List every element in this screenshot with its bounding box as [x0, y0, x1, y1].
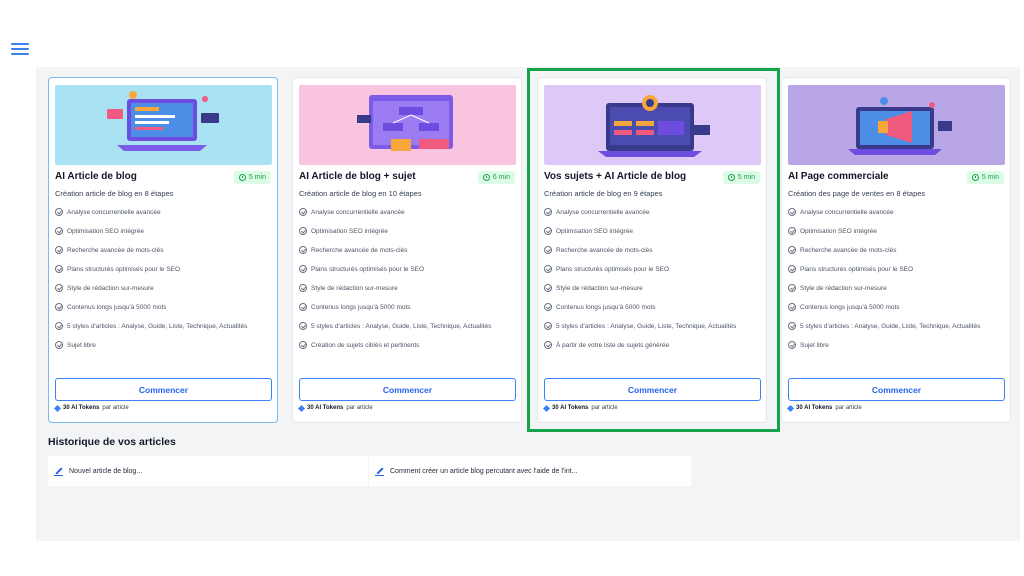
- token-icon: [786, 404, 795, 412]
- feature-item: Recherche avancée de mots-clés: [299, 246, 515, 255]
- check-circle-icon: [788, 303, 796, 311]
- feature-item: Contenus longs jusqu'à 5000 mots: [299, 303, 515, 312]
- history-item-label: Nouvel article de blog...: [69, 467, 143, 475]
- feature-list: Analyse concurrentielle avancée Optimisa…: [299, 208, 515, 360]
- hero-illustration-laptop: [55, 85, 272, 165]
- feature-item: Recherche avancée de mots-clés: [55, 246, 271, 255]
- feature-item: Plans structurés optimisés pour le SEO: [299, 265, 515, 274]
- check-circle-icon: [299, 265, 307, 273]
- card-title: AI Article de blog: [55, 171, 137, 182]
- check-circle-icon: [299, 227, 307, 235]
- card-subtitle: Création article de blog en 10 étapes: [299, 189, 422, 198]
- clock-icon: [238, 174, 246, 181]
- check-circle-icon: [299, 341, 307, 349]
- duration-label: 5 min: [981, 174, 999, 181]
- card-title: AI Article de blog + sujet: [299, 171, 416, 182]
- feature-item: Plans structurés optimisés pour le SEO: [55, 265, 271, 274]
- feature-item: Style de rédaction sur-mesure: [788, 284, 1004, 293]
- token-cost: 30 AI Tokens par article: [297, 404, 373, 412]
- check-circle-icon: [299, 208, 307, 216]
- check-circle-icon: [55, 284, 63, 292]
- card-subtitle: Création des page de ventes en 8 étapes: [788, 189, 926, 198]
- feature-item: 5 styles d'articles : Analyse, Guide, Li…: [55, 322, 271, 331]
- check-circle-icon: [55, 208, 63, 216]
- feature-item: Analyse concurrentielle avancée: [299, 208, 515, 217]
- edit-pencil-icon: [54, 467, 63, 476]
- check-circle-icon: [788, 265, 796, 273]
- check-circle-icon: [55, 303, 63, 311]
- check-circle-icon: [788, 246, 796, 254]
- token-cost: 30 AI Tokens par article: [786, 404, 862, 412]
- check-circle-icon: [788, 208, 796, 216]
- card-ai-article[interactable]: AI Article de blog 5 min Création articl…: [48, 77, 278, 423]
- feature-item: Sujet libre: [788, 341, 1004, 350]
- feature-item: Contenus longs jusqu'à 5000 mots: [55, 303, 271, 312]
- clock-icon: [482, 174, 490, 181]
- check-circle-icon: [299, 284, 307, 292]
- history-item[interactable]: Nouvel article de blog...: [48, 456, 368, 486]
- feature-item: Contenus longs jusqu'à 5000 mots: [788, 303, 1004, 312]
- token-cost: 30 AI Tokens par article: [53, 404, 129, 412]
- history-item[interactable]: Comment créer un article blog percutant …: [369, 456, 691, 486]
- check-circle-icon: [55, 227, 63, 235]
- feature-item: Style de rédaction sur-mesure: [299, 284, 515, 293]
- feature-item: Recherche avancée de mots-clés: [788, 246, 1004, 255]
- hamburger-menu-icon[interactable]: [9, 40, 31, 60]
- clock-icon: [971, 174, 979, 181]
- check-circle-icon: [55, 322, 63, 330]
- feature-list: Analyse concurrentielle avancée Optimisa…: [788, 208, 1004, 360]
- check-circle-icon: [299, 322, 307, 330]
- card-subtitle: Création article de blog en 8 étapes: [55, 189, 174, 198]
- check-circle-icon: [299, 303, 307, 311]
- duration-label: 5 min: [248, 174, 266, 181]
- start-button[interactable]: Commencer: [788, 378, 1005, 401]
- start-button[interactable]: Commencer: [299, 378, 516, 401]
- history-item-label: Comment créer un article blog percutant …: [390, 467, 578, 475]
- feature-item: 5 styles d'articles : Analyse, Guide, Li…: [788, 322, 1004, 331]
- feature-item: Optimisation SEO intégrée: [788, 227, 1004, 236]
- feature-item: Optimisation SEO intégrée: [299, 227, 515, 236]
- edit-pencil-icon: [375, 467, 384, 476]
- card-title: AI Page commerciale: [788, 171, 889, 182]
- feature-item: Analyse concurrentielle avancée: [788, 208, 1004, 217]
- check-circle-icon: [788, 284, 796, 292]
- duration-badge: 6 min: [477, 171, 515, 184]
- duration-badge: 5 min: [233, 171, 271, 184]
- token-icon: [53, 404, 62, 412]
- feature-item: Style de rédaction sur-mesure: [55, 284, 271, 293]
- check-circle-icon: [299, 246, 307, 254]
- check-circle-icon: [788, 227, 796, 235]
- check-circle-icon: [55, 246, 63, 254]
- feature-item: Optimisation SEO intégrée: [55, 227, 271, 236]
- feature-item: Création de sujets ciblés et pertinents: [299, 341, 515, 350]
- history-title: Historique de vos articles: [48, 436, 176, 448]
- selection-highlight-frame: [527, 68, 780, 432]
- start-button[interactable]: Commencer: [55, 378, 272, 401]
- feature-item: Analyse concurrentielle avancée: [55, 208, 271, 217]
- card-ai-sales-page[interactable]: AI Page commerciale 5 min Création des p…: [781, 77, 1011, 423]
- check-circle-icon: [788, 341, 796, 349]
- check-circle-icon: [55, 341, 63, 349]
- feature-list: Analyse concurrentielle avancée Optimisa…: [55, 208, 271, 360]
- feature-item: 5 styles d'articles : Analyse, Guide, Li…: [299, 322, 515, 331]
- card-ai-article-subject[interactable]: AI Article de blog + sujet 6 min Créatio…: [292, 77, 522, 423]
- check-circle-icon: [55, 265, 63, 273]
- feature-item: Sujet libre: [55, 341, 271, 350]
- token-icon: [297, 404, 306, 412]
- duration-label: 6 min: [492, 174, 510, 181]
- hero-illustration-flowchart: [299, 85, 516, 165]
- duration-badge: 5 min: [966, 171, 1004, 184]
- feature-item: Plans structurés optimisés pour le SEO: [788, 265, 1004, 274]
- hero-illustration-megaphone: [788, 85, 1005, 165]
- check-circle-icon: [788, 322, 796, 330]
